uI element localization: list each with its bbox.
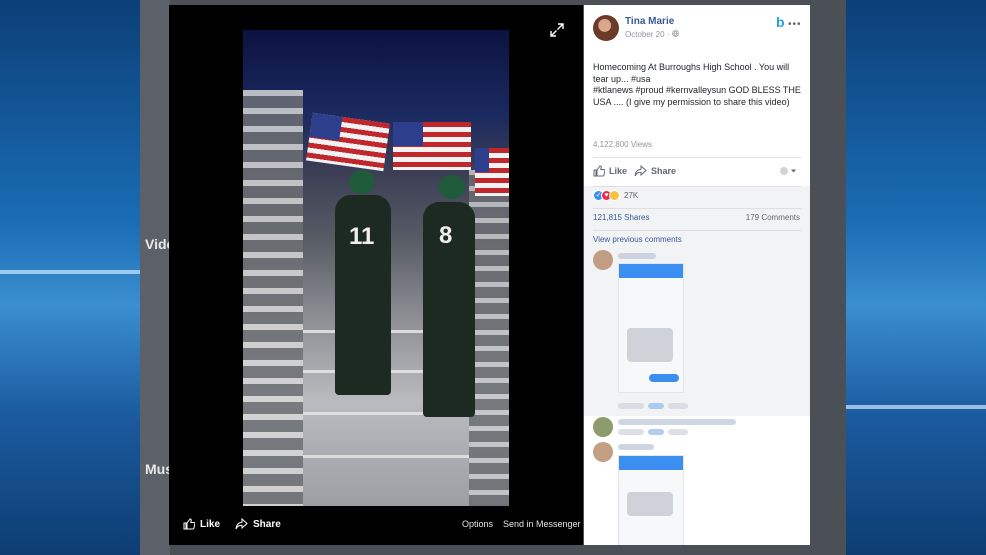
helmet [439,175,465,199]
avatar[interactable] [593,15,619,41]
screenshot-bubble [649,374,679,382]
video-like-button[interactable]: Like [183,518,220,530]
jersey-number: 8 [439,222,453,249]
divider [593,230,801,231]
helmet [349,170,375,194]
globe-icon [671,30,679,37]
background-stripe [846,405,986,409]
video-frame[interactable]: 11 8 [243,30,509,506]
brand-logo-icon: b [776,14,785,30]
blurred-comment-meta [618,429,644,435]
blurred-comment-meta [618,403,644,409]
background-left-panel [0,0,140,555]
bleachers-right [469,170,509,506]
screenshot-header [619,456,683,470]
video-action-bar: Like Share Options Send in Messenger [169,510,583,540]
divider [593,157,801,158]
share-icon [235,518,248,530]
blurred-comment-meta [668,403,688,409]
comment-count[interactable]: 179 Comments [746,213,800,222]
expand-icon[interactable] [550,23,564,37]
video-share-label: Share [253,518,281,530]
share-label: Share [651,166,677,176]
comment-screenshot-image[interactable] [618,263,684,393]
video-share-button[interactable]: Share [235,518,281,530]
commenter-avatar[interactable] [593,442,613,462]
jersey-number: 11 [349,223,375,250]
screenshot-message [627,492,673,516]
screenshot-message [627,328,673,362]
comment-screenshot-image[interactable] [618,455,684,545]
post-panel: Tina Marie October 20 · b ••• Homecoming… [584,5,810,545]
reactions-summary[interactable]: ✓ ♥ 27K [593,190,638,201]
background-right-panel [846,0,986,555]
reaction-count: 27K [624,191,639,200]
us-flag [393,122,471,170]
blurred-comment-text [618,253,656,259]
send-in-messenger-link[interactable]: Send in Messenger [503,519,581,529]
view-count: 4,122,800 Views [593,140,653,149]
video-like-label: Like [200,518,221,530]
commenter-avatar[interactable] [593,250,613,270]
blurred-comment-text [618,444,654,450]
football-player: 8 [423,202,475,417]
blurred-comment-meta [668,429,688,435]
like-label: Like [609,166,628,176]
blurred-reaction [648,429,664,435]
share-icon [634,165,647,177]
post-body: Homecoming At Burroughs High School . Yo… [593,62,803,108]
video-options-link[interactable]: Options [462,519,493,529]
blurred-comment-text [618,419,736,425]
post-text-line: Homecoming At Burroughs High School . Yo… [593,62,790,84]
post-date-text[interactable]: October 20 · [625,30,672,39]
divider [593,208,801,209]
view-previous-comments-link[interactable]: View previous comments [593,235,682,244]
wow-reaction-icon [609,190,620,201]
post-date: October 20 · [625,30,679,39]
stair-step [303,455,469,458]
thumbs-up-icon [593,165,605,177]
like-button[interactable]: Like [593,165,627,177]
thumbs-up-icon [183,518,195,530]
commenter-avatar[interactable] [593,417,613,437]
post-action-row: Like Share [593,163,803,183]
audience-selector[interactable] [779,166,797,178]
bleachers-left [243,90,303,506]
us-flag [475,148,509,196]
us-flag [306,112,390,172]
blurred-reaction [648,403,664,409]
more-options-icon[interactable]: ••• [788,19,802,30]
post-text-line: #ktlanews #proud #kernvalleysun GOD BLES… [593,85,801,107]
screenshot-header [619,264,683,278]
football-player: 11 [335,195,391,395]
share-button[interactable]: Share [634,165,676,177]
profile-dropdown-icon [780,167,796,175]
post-author[interactable]: Tina Marie [625,16,674,27]
share-count[interactable]: 121,815 Shares [593,213,650,222]
background-stripe [0,270,140,274]
divider [593,186,801,187]
